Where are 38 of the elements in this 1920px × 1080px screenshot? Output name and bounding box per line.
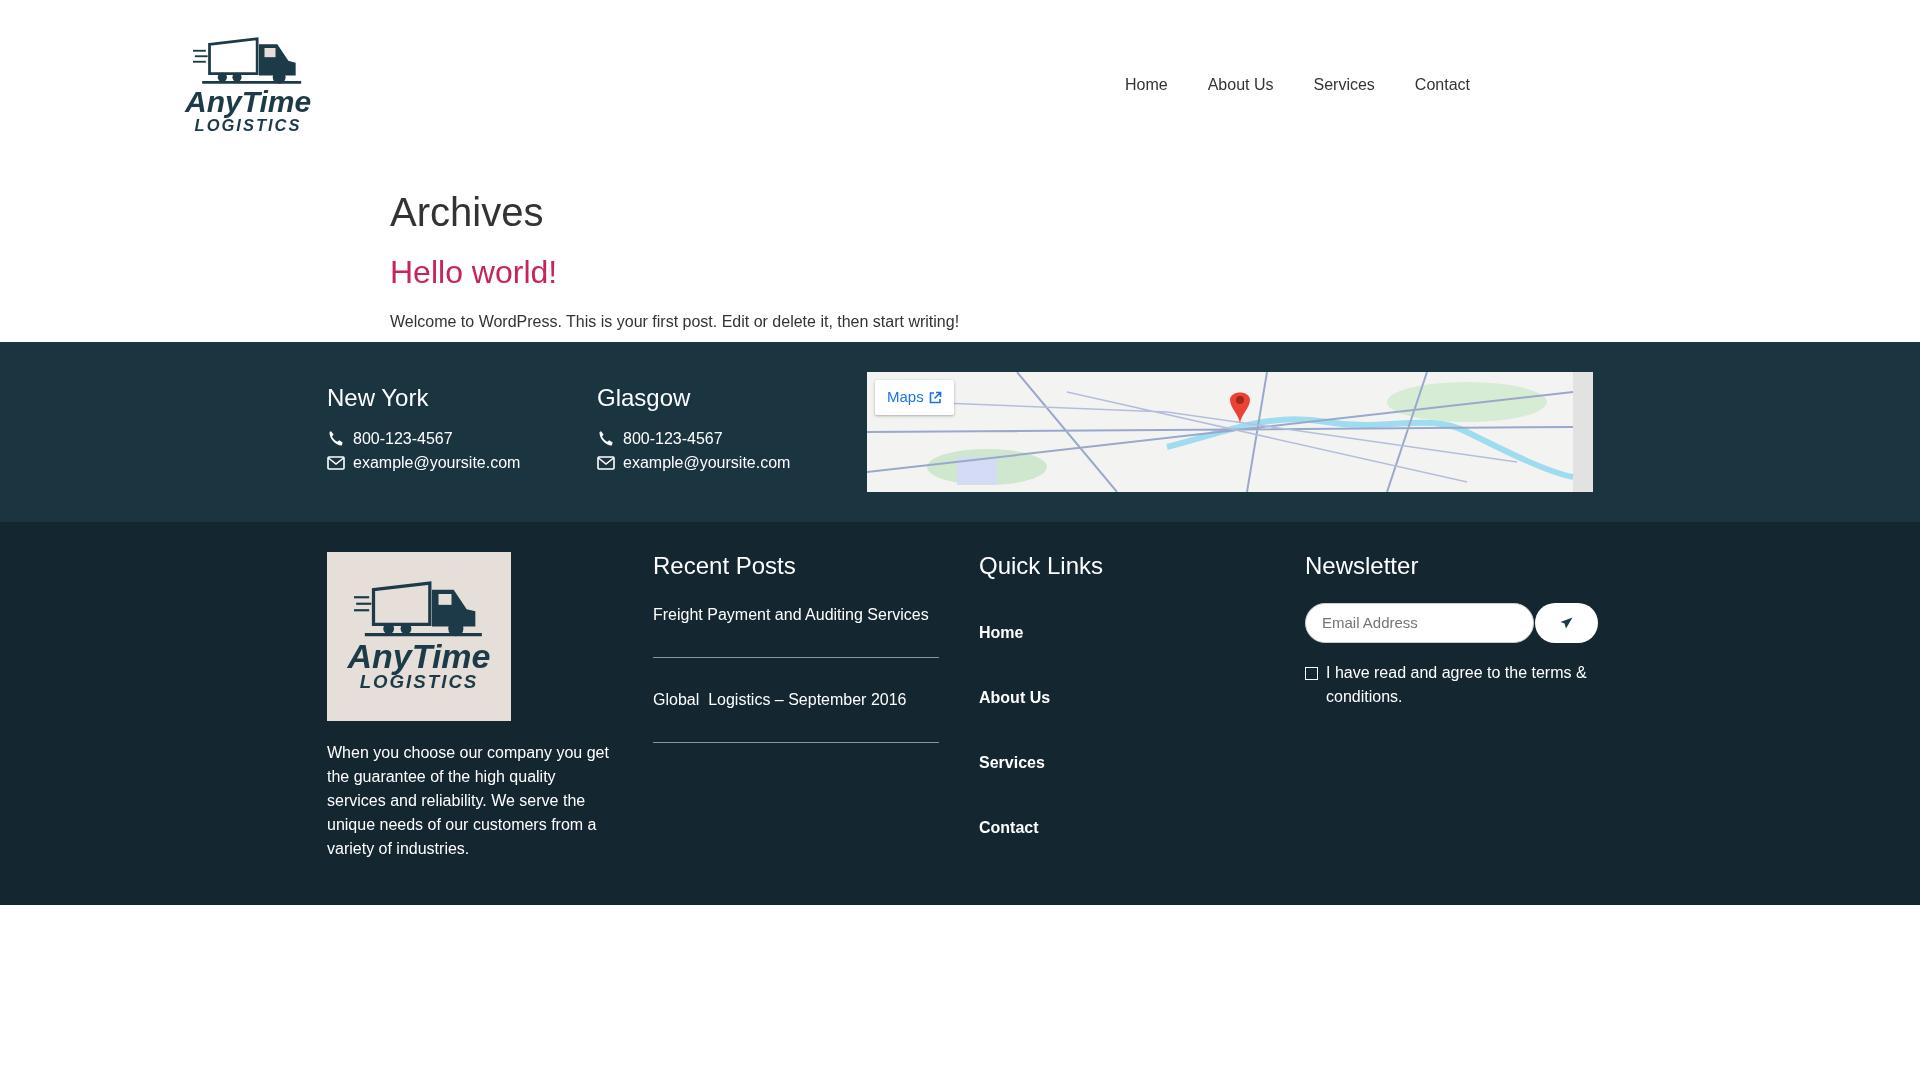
brand-name: AnyTime <box>185 86 312 117</box>
consent-label: I have read and agree to the terms & conditions. <box>1326 662 1588 707</box>
quick-link[interactable]: About Us <box>979 685 1265 710</box>
email-address: example@yoursite.com <box>623 452 791 473</box>
about-text: When you choose our company you get the guarantee of the high quality services and reliability. We serve the unique needs of our customers from a variety of industries. <box>327 743 610 859</box>
nav-link[interactable]: Contact <box>1394 73 1490 97</box>
mail-icon <box>597 455 615 470</box>
section-heading: Newsletter <box>1305 552 1420 581</box>
phone-icon <box>327 429 345 448</box>
recent-post-link[interactable]: Global Logistics – September 2016 <box>653 687 939 743</box>
section-heading: Recent Posts <box>653 552 797 581</box>
mail-icon <box>327 455 345 470</box>
maps-link[interactable]: Maps <box>875 380 954 415</box>
external-link-icon <box>928 390 942 404</box>
nav-link[interactable]: About Us <box>1187 73 1294 97</box>
post-title-link[interactable]: Hello world! <box>390 248 558 296</box>
page-title: Archives <box>390 189 545 236</box>
send-icon <box>1560 616 1573 629</box>
send-button[interactable] <box>1535 602 1598 643</box>
phone-number: 800-123-4567 <box>353 428 453 449</box>
consent-checkbox[interactable] <box>1305 666 1318 680</box>
city-heading: Glasgow <box>597 384 692 413</box>
quick-link[interactable]: Home <box>979 620 1265 645</box>
logo[interactable]: AnyTime LOGISTICS <box>185 37 312 133</box>
nav-link[interactable]: Services <box>1293 73 1395 97</box>
email-field[interactable]: Email Address <box>1305 602 1534 643</box>
quick-link[interactable]: Services <box>979 750 1265 775</box>
brand-name: AnyTime <box>347 639 491 674</box>
email-address: example@yoursite.com <box>353 452 521 473</box>
phone-number: 800-123-4567 <box>623 428 723 449</box>
quick-link[interactable]: Contact <box>979 815 1265 840</box>
phone-icon <box>597 429 615 448</box>
city-heading: New York <box>327 384 430 413</box>
nav-link[interactable]: Home <box>1105 73 1188 97</box>
post-excerpt: Welcome to WordPress. This is your first post. Edit or delete it, then start writing! <box>390 312 961 332</box>
truck-icon <box>193 37 304 87</box>
recent-post-link[interactable]: Freight Payment and Auditing Services <box>653 602 939 658</box>
section-heading: Quick Links <box>979 552 1105 581</box>
